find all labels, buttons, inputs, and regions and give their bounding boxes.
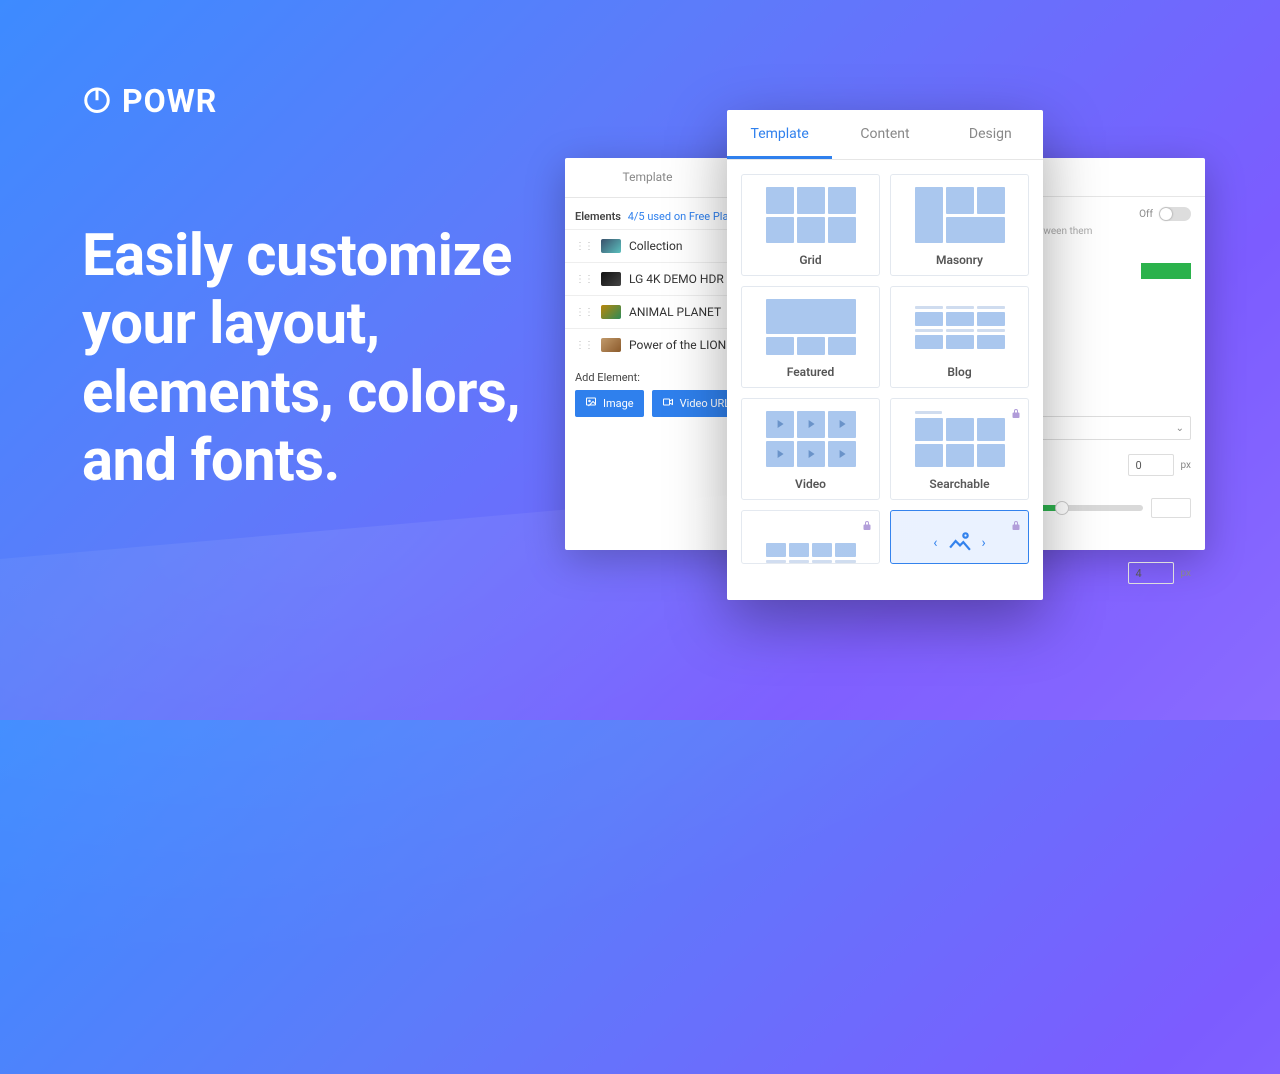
template-option-grid[interactable]: Grid xyxy=(741,174,880,276)
template-option-blog[interactable]: Blog xyxy=(890,286,1029,388)
corner-radius-input[interactable]: 4 xyxy=(1128,562,1174,584)
template-option-masonry[interactable]: Masonry xyxy=(890,174,1029,276)
lock-icon xyxy=(1010,405,1022,424)
template-option-video[interactable]: Video xyxy=(741,398,880,500)
lock-icon xyxy=(1010,517,1022,536)
content-tab-template[interactable]: Template xyxy=(565,158,730,197)
brand-name: POWR xyxy=(122,82,217,120)
image-icon xyxy=(585,396,597,411)
template-label: Grid xyxy=(799,253,821,267)
tab-content[interactable]: Content xyxy=(832,110,937,156)
add-video-label: Video URL xyxy=(680,397,731,410)
item-label: ANIMAL PLANET xyxy=(629,305,721,319)
template-label: Searchable xyxy=(929,477,989,491)
px-unit: px xyxy=(1180,460,1191,471)
template-panel-tabs: Template Content Design xyxy=(727,110,1043,156)
drag-handle-icon[interactable]: ⋮⋮ xyxy=(575,241,593,252)
template-option-locked-slider[interactable]: ‹ › xyxy=(890,510,1029,564)
template-option-searchable[interactable]: Searchable xyxy=(890,398,1029,500)
drag-handle-icon[interactable]: ⋮⋮ xyxy=(575,307,593,318)
slider-handle[interactable] xyxy=(1055,501,1069,515)
chevron-left-icon: ‹ xyxy=(933,535,937,551)
lock-icon xyxy=(861,517,873,536)
plan-note: 4/5 used on Free Plan xyxy=(628,210,735,223)
drag-handle-icon[interactable]: ⋮⋮ xyxy=(575,274,593,285)
editor-stage: Template Content Elements 4/5 used on Fr… xyxy=(565,110,1205,610)
item-thumbnail xyxy=(601,338,621,352)
template-label: Featured xyxy=(787,365,835,379)
item-label: Power of the LION xyxy=(629,338,726,352)
template-grid: Grid Masonry Featured xyxy=(727,160,1043,578)
slider-output xyxy=(1151,498,1191,518)
marketing-headline: Easily customize your layout, elements, … xyxy=(82,222,542,496)
template-label: Masonry xyxy=(936,253,983,267)
border-width-input[interactable]: 0 xyxy=(1128,454,1174,476)
brand-logo: POWR xyxy=(82,82,217,120)
template-option-featured[interactable]: Featured xyxy=(741,286,880,388)
video-icon xyxy=(662,396,674,411)
template-panel: Template Content Design Grid Masonry xyxy=(727,110,1043,600)
add-image-button[interactable]: Image xyxy=(575,390,644,417)
bg-color-swatch[interactable] xyxy=(1141,263,1191,279)
chevron-right-icon: › xyxy=(982,535,986,551)
gradient-toggle-label: Off xyxy=(1139,209,1153,220)
add-image-label: Image xyxy=(603,397,634,410)
item-label: LG 4K DEMO HDR xyxy=(629,272,724,286)
item-thumbnail xyxy=(601,272,621,286)
image-placeholder-icon xyxy=(946,530,974,556)
tab-template[interactable]: Template xyxy=(727,110,832,156)
template-option-locked-a[interactable] xyxy=(741,510,880,564)
px-unit: px xyxy=(1180,568,1191,579)
item-label: Collection xyxy=(629,239,682,253)
item-thumbnail xyxy=(601,305,621,319)
brand-icon xyxy=(82,84,112,118)
template-label: Blog xyxy=(947,365,971,379)
gradient-toggle[interactable] xyxy=(1159,207,1191,221)
tab-design[interactable]: Design xyxy=(938,110,1043,156)
item-thumbnail xyxy=(601,239,621,253)
template-label: Video xyxy=(795,477,826,491)
chevron-down-icon: ⌄ xyxy=(1176,423,1184,434)
drag-handle-icon[interactable]: ⋮⋮ xyxy=(575,340,593,351)
elements-label: Elements xyxy=(575,210,621,223)
